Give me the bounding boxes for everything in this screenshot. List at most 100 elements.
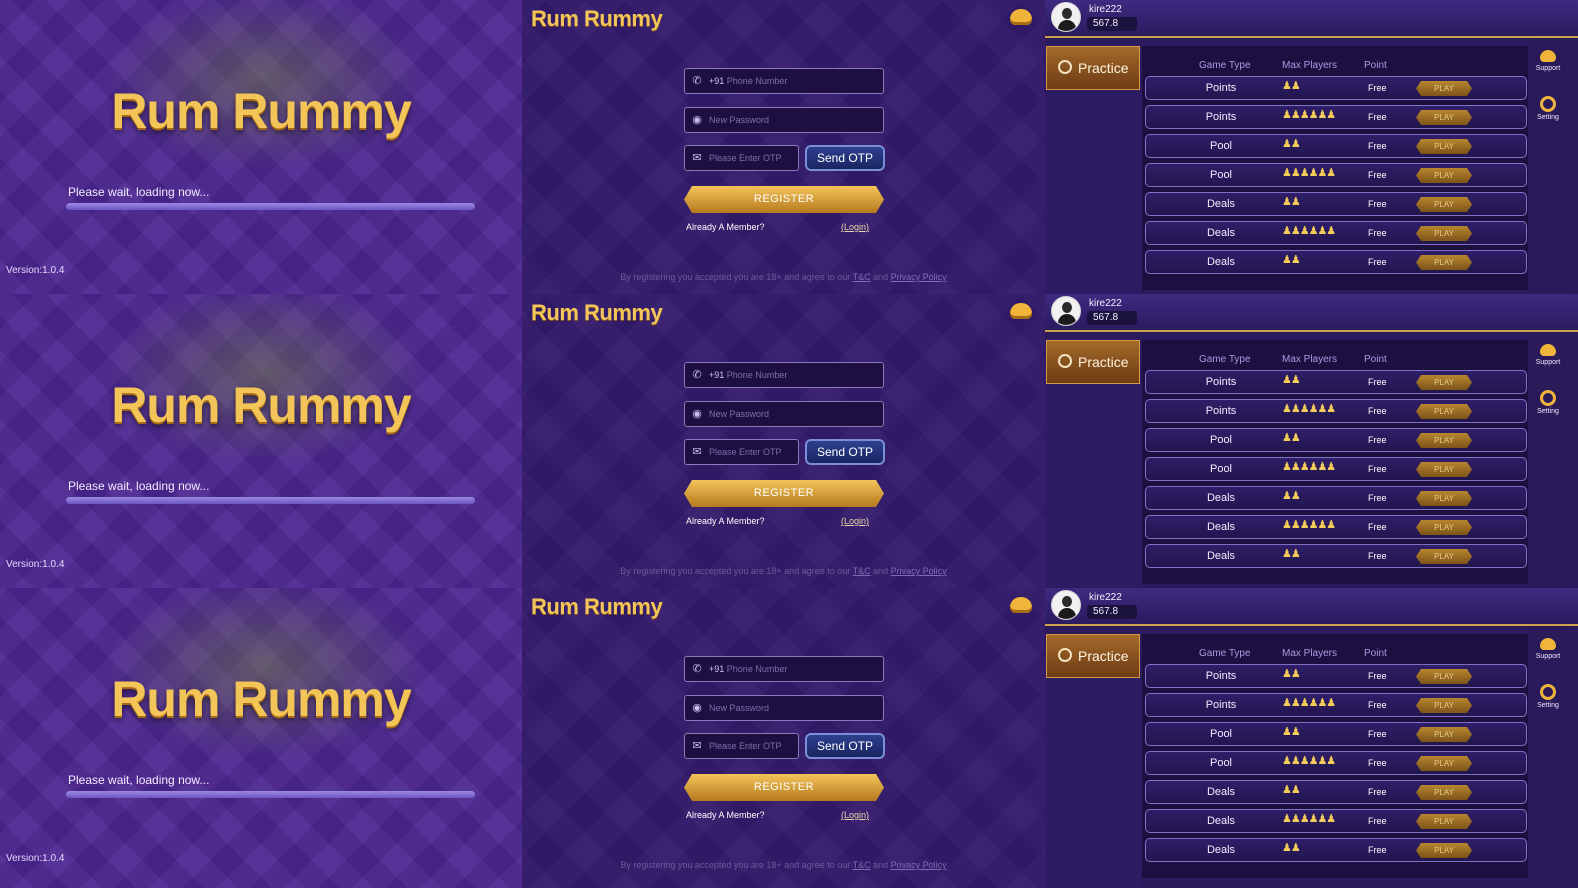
avatar[interactable] bbox=[1051, 590, 1081, 620]
table-row[interactable]: Deals ♟♟ Free PLAY bbox=[1145, 780, 1527, 804]
support-icon[interactable] bbox=[1540, 50, 1556, 62]
table-row[interactable]: Pool ♟♟♟♟♟♟ Free PLAY bbox=[1145, 751, 1527, 775]
country-code: +91 bbox=[709, 664, 725, 674]
price-cell: Free bbox=[1368, 170, 1387, 180]
register-screen: Rum Rummy ✆ +91 Phone Number ◉ New Passw… bbox=[522, 588, 1045, 888]
send-otp-button[interactable]: Send OTP bbox=[805, 733, 885, 759]
phone-field[interactable]: ✆ +91 Phone Number bbox=[684, 68, 884, 94]
table-row[interactable]: Deals ♟♟♟♟♟♟ Free PLAY bbox=[1145, 515, 1527, 539]
avatar[interactable] bbox=[1051, 296, 1081, 326]
play-button[interactable]: PLAY bbox=[1416, 255, 1472, 270]
play-button[interactable]: PLAY bbox=[1416, 168, 1472, 183]
support-icon[interactable] bbox=[1540, 638, 1556, 650]
loading-screen: Rum Rummy Please wait, loading now... Ve… bbox=[0, 294, 522, 588]
otp-field[interactable]: ✉ Please Enter OTP bbox=[684, 733, 799, 759]
table-row[interactable]: Pool ♟♟ Free PLAY bbox=[1145, 134, 1527, 158]
table-row[interactable]: Points ♟♟♟♟♟♟ Free PLAY bbox=[1145, 399, 1527, 423]
play-button[interactable]: PLAY bbox=[1416, 756, 1472, 771]
password-field[interactable]: ◉ New Password bbox=[684, 695, 884, 721]
otp-placeholder: Please Enter OTP bbox=[709, 741, 782, 751]
play-button[interactable]: PLAY bbox=[1416, 727, 1472, 742]
phone-field[interactable]: ✆ +91 Phone Number bbox=[684, 656, 884, 682]
table-row[interactable]: Points ♟♟ Free PLAY bbox=[1145, 370, 1527, 394]
play-button[interactable]: PLAY bbox=[1416, 110, 1472, 125]
table-row[interactable]: Deals ♟♟ Free PLAY bbox=[1145, 192, 1527, 216]
login-link[interactable]: (Login) bbox=[841, 222, 869, 232]
play-button[interactable]: PLAY bbox=[1416, 814, 1472, 829]
phone-placeholder: Phone Number bbox=[726, 370, 788, 380]
play-button[interactable]: PLAY bbox=[1416, 197, 1472, 212]
support-icon[interactable] bbox=[1010, 9, 1032, 25]
send-otp-button[interactable]: Send OTP bbox=[805, 439, 885, 465]
support-icon[interactable] bbox=[1010, 597, 1032, 613]
game-type-cell: Pool bbox=[1209, 434, 1233, 446]
table-row[interactable]: Pool ♟♟ Free PLAY bbox=[1145, 428, 1527, 452]
support-icon[interactable] bbox=[1010, 303, 1032, 319]
privacy-link[interactable]: Privacy Policy bbox=[891, 860, 947, 870]
support-icon[interactable] bbox=[1540, 344, 1556, 356]
table-row[interactable]: Pool ♟♟ Free PLAY bbox=[1145, 722, 1527, 746]
table-row[interactable]: Deals ♟♟ Free PLAY bbox=[1145, 486, 1527, 510]
login-link[interactable]: (Login) bbox=[841, 516, 869, 526]
send-otp-button[interactable]: Send OTP bbox=[805, 145, 885, 171]
table-row[interactable]: Deals ♟♟♟♟♟♟ Free PLAY bbox=[1145, 221, 1527, 245]
play-button[interactable]: PLAY bbox=[1416, 491, 1472, 506]
table-row[interactable]: Deals ♟♟♟♟♟♟ Free PLAY bbox=[1145, 809, 1527, 833]
table-row[interactable]: Pool ♟♟♟♟♟♟ Free PLAY bbox=[1145, 163, 1527, 187]
play-button[interactable]: PLAY bbox=[1416, 698, 1472, 713]
play-button[interactable]: PLAY bbox=[1416, 81, 1472, 96]
play-button[interactable]: PLAY bbox=[1416, 520, 1472, 535]
play-button[interactable]: PLAY bbox=[1416, 433, 1472, 448]
gear-icon[interactable] bbox=[1540, 390, 1556, 406]
register-button[interactable]: REGISTER bbox=[684, 480, 884, 507]
price-cell: Free bbox=[1368, 228, 1387, 238]
privacy-link[interactable]: Privacy Policy bbox=[891, 566, 947, 576]
tab-practice[interactable]: Practice bbox=[1046, 46, 1140, 90]
register-button[interactable]: REGISTER bbox=[684, 186, 884, 213]
game-type-cell: Deals bbox=[1206, 227, 1236, 239]
gear-icon[interactable] bbox=[1540, 96, 1556, 112]
price-cell: Free bbox=[1368, 729, 1387, 739]
otp-field[interactable]: ✉ Please Enter OTP bbox=[684, 439, 799, 465]
play-button[interactable]: PLAY bbox=[1416, 375, 1472, 390]
privacy-link[interactable]: Privacy Policy bbox=[891, 272, 947, 282]
game-type-cell: Pool bbox=[1209, 757, 1233, 769]
play-button[interactable]: PLAY bbox=[1416, 404, 1472, 419]
lock-icon: ◉ bbox=[692, 702, 702, 714]
table-row[interactable]: Deals ♟♟ Free PLAY bbox=[1145, 544, 1527, 568]
tc-link[interactable]: T&C bbox=[853, 860, 871, 870]
play-button[interactable]: PLAY bbox=[1416, 669, 1472, 684]
table-row[interactable]: Deals ♟♟ Free PLAY bbox=[1145, 838, 1527, 862]
play-button[interactable]: PLAY bbox=[1416, 843, 1472, 858]
register-button[interactable]: REGISTER bbox=[684, 774, 884, 801]
tc-link[interactable]: T&C bbox=[853, 272, 871, 282]
table-row[interactable]: Points ♟♟ Free PLAY bbox=[1145, 76, 1527, 100]
play-button[interactable]: PLAY bbox=[1416, 549, 1472, 564]
player-icon: ♟♟ bbox=[1282, 784, 1301, 796]
play-button[interactable]: PLAY bbox=[1416, 462, 1472, 477]
table-row[interactable]: Points ♟♟♟♟♟♟ Free PLAY bbox=[1145, 693, 1527, 717]
brand-logo: Rum Rummy bbox=[531, 6, 663, 31]
table-row[interactable]: Points ♟♟♟♟♟♟ Free PLAY bbox=[1145, 105, 1527, 129]
table-row[interactable]: Deals ♟♟ Free PLAY bbox=[1145, 250, 1527, 274]
tab-practice[interactable]: Practice bbox=[1046, 634, 1140, 678]
player-icon: ♟♟ bbox=[1282, 80, 1301, 92]
play-button[interactable]: PLAY bbox=[1416, 139, 1472, 154]
login-link[interactable]: (Login) bbox=[841, 810, 869, 820]
password-field[interactable]: ◉ New Password bbox=[684, 107, 884, 133]
phone-field[interactable]: ✆ +91 Phone Number bbox=[684, 362, 884, 388]
side-rail: Support Setting bbox=[1529, 332, 1567, 588]
tab-practice[interactable]: Practice bbox=[1046, 340, 1140, 384]
gear-icon[interactable] bbox=[1540, 684, 1556, 700]
tc-link[interactable]: T&C bbox=[853, 566, 871, 576]
password-field[interactable]: ◉ New Password bbox=[684, 401, 884, 427]
loading-message: Please wait, loading now... bbox=[68, 185, 210, 199]
otp-field[interactable]: ✉ Please Enter OTP bbox=[684, 145, 799, 171]
table-row[interactable]: Points ♟♟ Free PLAY bbox=[1145, 664, 1527, 688]
player-icon: ♟♟♟♟♟♟ bbox=[1282, 755, 1336, 767]
play-button[interactable]: PLAY bbox=[1416, 226, 1472, 241]
table-row[interactable]: Pool ♟♟♟♟♟♟ Free PLAY bbox=[1145, 457, 1527, 481]
tab-practice-label: Practice bbox=[1078, 60, 1129, 76]
play-button[interactable]: PLAY bbox=[1416, 785, 1472, 800]
avatar[interactable] bbox=[1051, 2, 1081, 32]
